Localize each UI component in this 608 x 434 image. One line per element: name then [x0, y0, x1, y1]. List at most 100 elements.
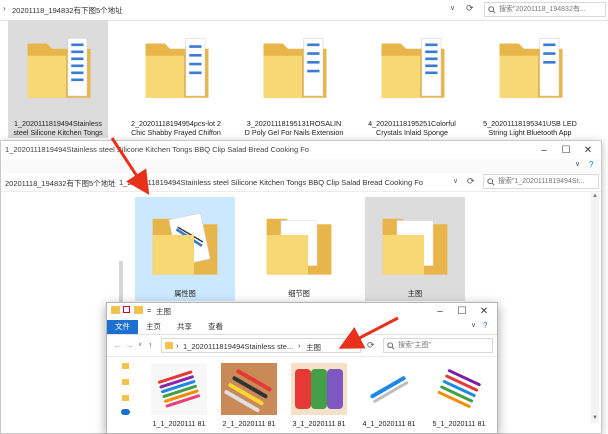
minimize-button[interactable]: –	[533, 141, 555, 159]
close-icon: ✕	[479, 305, 489, 317]
recent-dropdown-icon[interactable]: ∨	[138, 341, 142, 348]
address-bar[interactable]: › 20201118_194832有下图5个地址 ∨ ⟳ 搜索"20201118…	[0, 0, 608, 21]
maximize-button[interactable]: ☐	[555, 141, 577, 159]
nav-pane[interactable]	[121, 359, 131, 433]
folder-icon[interactable]	[122, 395, 129, 401]
folder-with-doc-icon	[499, 37, 563, 98]
quick-folder-icon[interactable]	[134, 306, 143, 314]
title-bar[interactable]: 1_2020111819494Stainless steel Silicone …	[1, 141, 601, 159]
refresh-icon[interactable]: ⟳	[367, 340, 375, 351]
tab-view[interactable]: 查看	[200, 320, 231, 334]
window-title: 1_2020111819494Stainless steel Silicone …	[5, 145, 309, 154]
maximize-icon: ☐	[561, 144, 571, 156]
folder-label: 细节图	[288, 289, 310, 298]
help-icon[interactable]: ?	[589, 160, 593, 169]
title-bar[interactable]: = 主图 – ☐ ✕	[107, 303, 497, 319]
dropdown-icon[interactable]: ∨	[450, 4, 455, 12]
refresh-icon[interactable]: ⟳	[467, 176, 475, 187]
folder-caption: Chic Shabby Frayed Chiffon	[131, 128, 221, 137]
folder-5[interactable]: 5_20201118195341USB LED String Light Blu…	[480, 22, 580, 137]
chevron-down-icon[interactable]: ∨	[471, 321, 476, 329]
image-tile-1[interactable]: 1_1_2020111 81	[147, 363, 211, 433]
scroll-down-icon[interactable]: ▼	[592, 415, 598, 421]
address-bar[interactable]: ← → ∨ ↑ › 1_2020111819494Stainless ste..…	[107, 336, 497, 357]
scrollbar[interactable]: ▲ ▼	[591, 193, 599, 423]
tab-share[interactable]: 共享	[169, 320, 200, 334]
folder-icon	[266, 218, 332, 275]
image-caption: 1_1_2020111 81	[152, 419, 206, 428]
folder-tile-details[interactable]: 细节图	[249, 197, 349, 301]
folder-3[interactable]: 3_20201118195131ROSALIN D Poly Gel For N…	[244, 22, 344, 137]
folder-with-doc-icon	[27, 37, 91, 98]
address-bar[interactable]: 20201118_194832有下图5个地址 › 1_2020111819494…	[1, 173, 601, 192]
checkbox-icon[interactable]	[123, 306, 130, 313]
folder-caption: steel Silicone Kitchen Tongs	[13, 128, 103, 137]
tongs-image	[291, 363, 347, 415]
image-caption: 4_1_2020111 81	[362, 419, 416, 428]
image-tile-3[interactable]: 3_1_2020111 81	[287, 363, 351, 433]
folder-icon[interactable]	[122, 379, 129, 385]
help-icon[interactable]: ?	[483, 321, 487, 330]
folder-caption: 4_20201118195251Colorful	[368, 119, 456, 128]
search-icon	[488, 5, 496, 14]
chevron-down-icon[interactable]: ∨	[575, 160, 580, 168]
close-button[interactable]: ✕	[577, 141, 599, 159]
app-folder-icon	[111, 306, 120, 314]
minimize-button[interactable]: –	[429, 302, 451, 320]
folder-label: 属性图	[174, 289, 196, 298]
tab-file[interactable]: 文件	[107, 320, 138, 334]
scroll-up-icon[interactable]: ▲	[592, 193, 598, 199]
title-prefix: =	[147, 306, 152, 315]
folder-caption: 1_2020111819494Stainless	[13, 119, 103, 128]
breadcrumb-parent[interactable]: 20201118_194832有下图5个地址	[5, 178, 116, 189]
folder-with-doc-icon	[263, 37, 327, 98]
maximize-button[interactable]: ☐	[451, 302, 473, 320]
nav-arrow-icon[interactable]: ›	[3, 4, 6, 13]
image-tile-2[interactable]: 2_1_2020111 81	[217, 363, 281, 433]
breadcrumb[interactable]: 20201118_194832有下图5个地址	[12, 5, 123, 16]
image-caption: 2_1_2020111 81	[222, 419, 276, 428]
search-placeholder: 搜索"主图"	[398, 342, 431, 349]
image-caption: 3_1_2020111 81	[292, 419, 346, 428]
cloud-icon[interactable]	[121, 409, 130, 415]
forward-icon[interactable]: →	[125, 340, 134, 350]
ribbon-tabs: 文件 主页 共享 查看 ∨ ?	[107, 320, 497, 335]
breadcrumb-separator: ›	[176, 341, 179, 350]
dropdown-icon[interactable]: ∨	[453, 177, 458, 185]
folder-tile-attributes[interactable]: 属性图	[135, 197, 235, 301]
folder-caption: String Light Bluetooth App	[488, 128, 572, 137]
image-caption: 5_1_2020111 81	[432, 419, 486, 428]
minimize-icon: –	[437, 305, 443, 317]
search-box[interactable]: 搜索"20201118_194832有...	[484, 2, 606, 17]
breadcrumb-current[interactable]: 主图	[306, 342, 321, 353]
tongs-image	[221, 363, 277, 415]
folder-2[interactable]: 2_20201118194954pcs-lot 2 Chic Shabby Fr…	[126, 22, 226, 137]
folder-caption: 5_20201118195341USB LED	[483, 119, 577, 128]
folder-caption: Crystals Inlaid Sponge	[376, 128, 448, 137]
folder-tile-main[interactable]: 主图	[365, 197, 465, 301]
breadcrumb-parent[interactable]: 1_2020111819494Stainless ste...	[183, 342, 293, 351]
explorer-window-3: = 主图 – ☐ ✕ 文件 主页 共享 查看 ∨ ? ← → ∨ ↑ › 1_2…	[106, 302, 498, 434]
image-tile-5[interactable]: 5_1_2020111 81	[427, 363, 491, 433]
breadcrumb-current[interactable]: 1_2020111819494Stainless steel Silicone …	[119, 178, 449, 187]
folder-1[interactable]: 1_2020111819494Stainless steel Silicone …	[8, 22, 108, 137]
tongs-image	[361, 363, 417, 415]
ribbon: ∨ ?	[1, 159, 601, 174]
search-box[interactable]: 搜索"1_2020111819494St...	[483, 174, 599, 189]
tab-home[interactable]: 主页	[138, 320, 169, 334]
quick-access-icon[interactable]	[122, 363, 129, 369]
folder-4[interactable]: 4_20201118195251Colorful Crystals Inlaid…	[362, 22, 462, 137]
image-tile-4[interactable]: 4_1_2020111 81	[357, 363, 421, 433]
up-icon[interactable]: ↑	[148, 340, 153, 350]
path-box[interactable]: › 1_2020111819494Stainless ste... › 主图 ∨	[161, 338, 361, 353]
folder-with-doc-icon	[381, 37, 445, 98]
dropdown-icon[interactable]: ∨	[350, 341, 355, 349]
close-button[interactable]: ✕	[473, 302, 495, 320]
folder-caption: D Poly Gel For Nails Extension	[244, 128, 344, 137]
folder-caption: 3_20201118195131ROSALIN	[246, 119, 342, 128]
refresh-icon[interactable]: ⟳	[466, 3, 474, 14]
back-icon[interactable]: ←	[113, 340, 122, 350]
breadcrumb-separator: ›	[111, 177, 114, 186]
folder-icon	[382, 218, 448, 275]
search-box[interactable]: 搜索"主图"	[383, 338, 493, 353]
